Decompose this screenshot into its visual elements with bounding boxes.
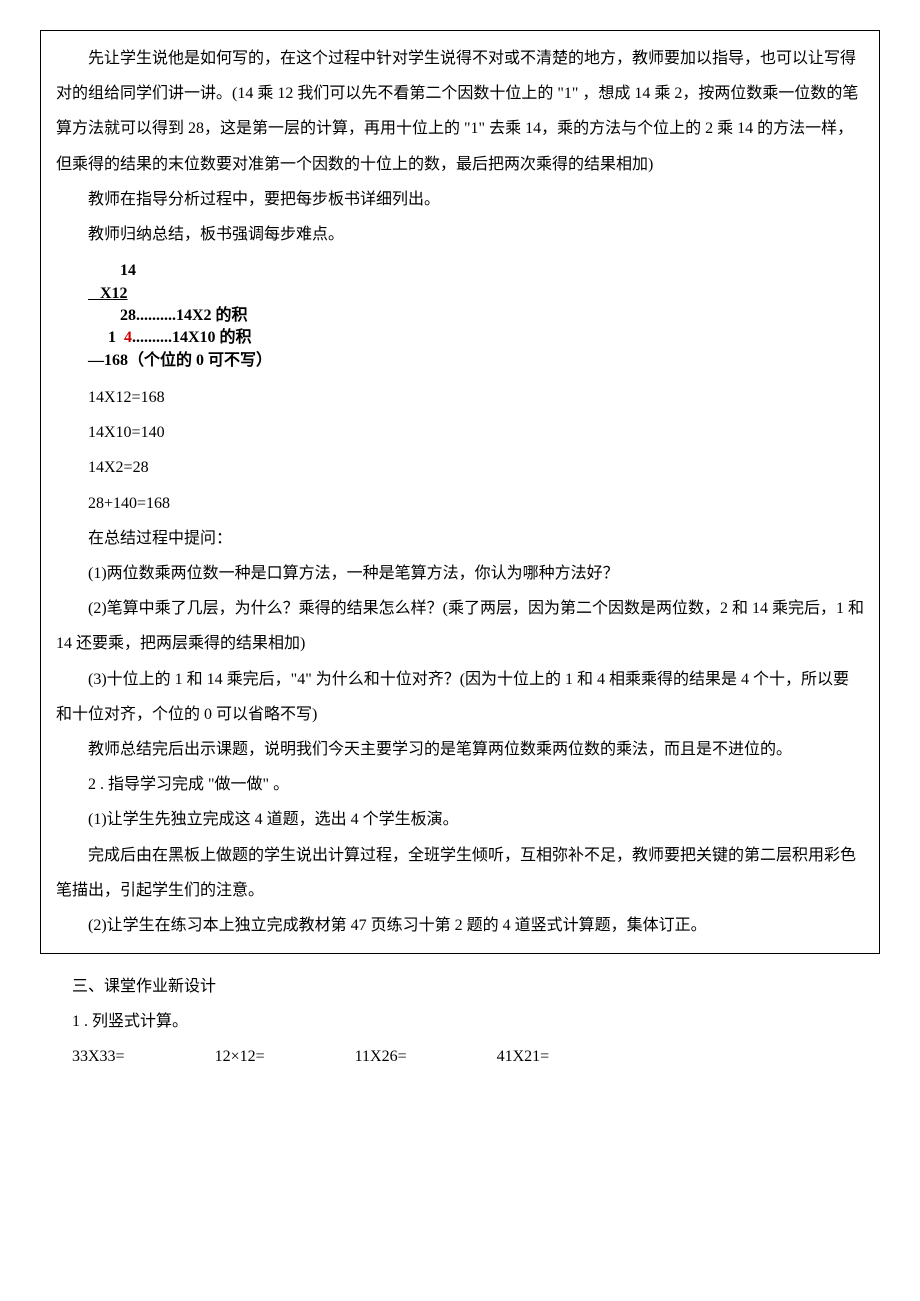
exercise-item: 41X21=	[497, 1039, 550, 1074]
paragraph: 先让学生说他是如何写的，在这个过程中针对学生说得不对或不清楚的地方，教师要加以指…	[56, 41, 864, 182]
paragraph: 1 . 列竖式计算。	[40, 1004, 880, 1039]
paragraph: (1)两位数乘两位数一种是口算方法，一种是笔算方法，你认为哪种方法好？	[56, 556, 864, 591]
paragraph: (2)让学生在练习本上独立完成教材第 47 页练习十第 2 题的 4 道竖式计算…	[56, 908, 864, 943]
calc-multiplier-underline: X12	[88, 285, 128, 302]
lesson-content-box: 先让学生说他是如何写的，在这个过程中针对学生说得不对或不清楚的地方，教师要加以指…	[40, 30, 880, 954]
calc-line: —168（个位的 0 可不写）	[88, 350, 864, 372]
vertical-calculation: 14 X12 28..........14X2 的积 1 4..........…	[88, 260, 864, 372]
paragraph: 教师归纳总结，板书强调每步难点。	[56, 217, 864, 252]
exercise-item: 12×12=	[215, 1039, 265, 1074]
calc-line: 14	[88, 260, 864, 282]
calc-segment: ..........14X10 的积	[132, 329, 252, 346]
section-heading: 三、课堂作业新设计	[40, 969, 880, 1004]
calc-line: X12	[88, 283, 864, 305]
calc-line: 1 4..........14X10 的积	[88, 327, 864, 349]
calc-segment: 1	[88, 329, 124, 346]
equation: 14X10=140	[56, 415, 864, 450]
paragraph: (3)十位上的 1 和 14 乘完后，"4" 为什么和十位对齐？(因为十位上的 …	[56, 662, 864, 732]
paragraph: (1)让学生先独立完成这 4 道题，选出 4 个学生板演。	[56, 802, 864, 837]
paragraph: 2 . 指导学习完成 "做一做" 。	[56, 767, 864, 802]
paragraph: 在总结过程中提问：	[56, 521, 864, 556]
highlighted-digit: 4	[124, 329, 132, 346]
calc-line: 28..........14X2 的积	[88, 305, 864, 327]
paragraph: 教师总结完后出示课题，说明我们今天主要学习的是笔算两位数乘两位数的乘法，而且是不…	[56, 732, 864, 767]
paragraph: 完成后由在黑板上做题的学生说出计算过程，全班学生倾听，互相弥补不足，教师要把关键…	[56, 838, 864, 908]
paragraph: (2)笔算中乘了几层，为什么？乘得的结果怎么样？(乘了两层，因为第二个因数是两位…	[56, 591, 864, 661]
equation: 14X2=28	[56, 450, 864, 485]
exercise-item: 11X26=	[355, 1039, 407, 1074]
exercise-item: 33X33=	[72, 1039, 125, 1074]
paragraph: 教师在指导分析过程中，要把每步板书详细列出。	[56, 182, 864, 217]
exercise-row: 33X33= 12×12= 11X26= 41X21=	[72, 1039, 880, 1074]
equation: 28+140=168	[56, 486, 864, 521]
equation: 14X12=168	[56, 380, 864, 415]
